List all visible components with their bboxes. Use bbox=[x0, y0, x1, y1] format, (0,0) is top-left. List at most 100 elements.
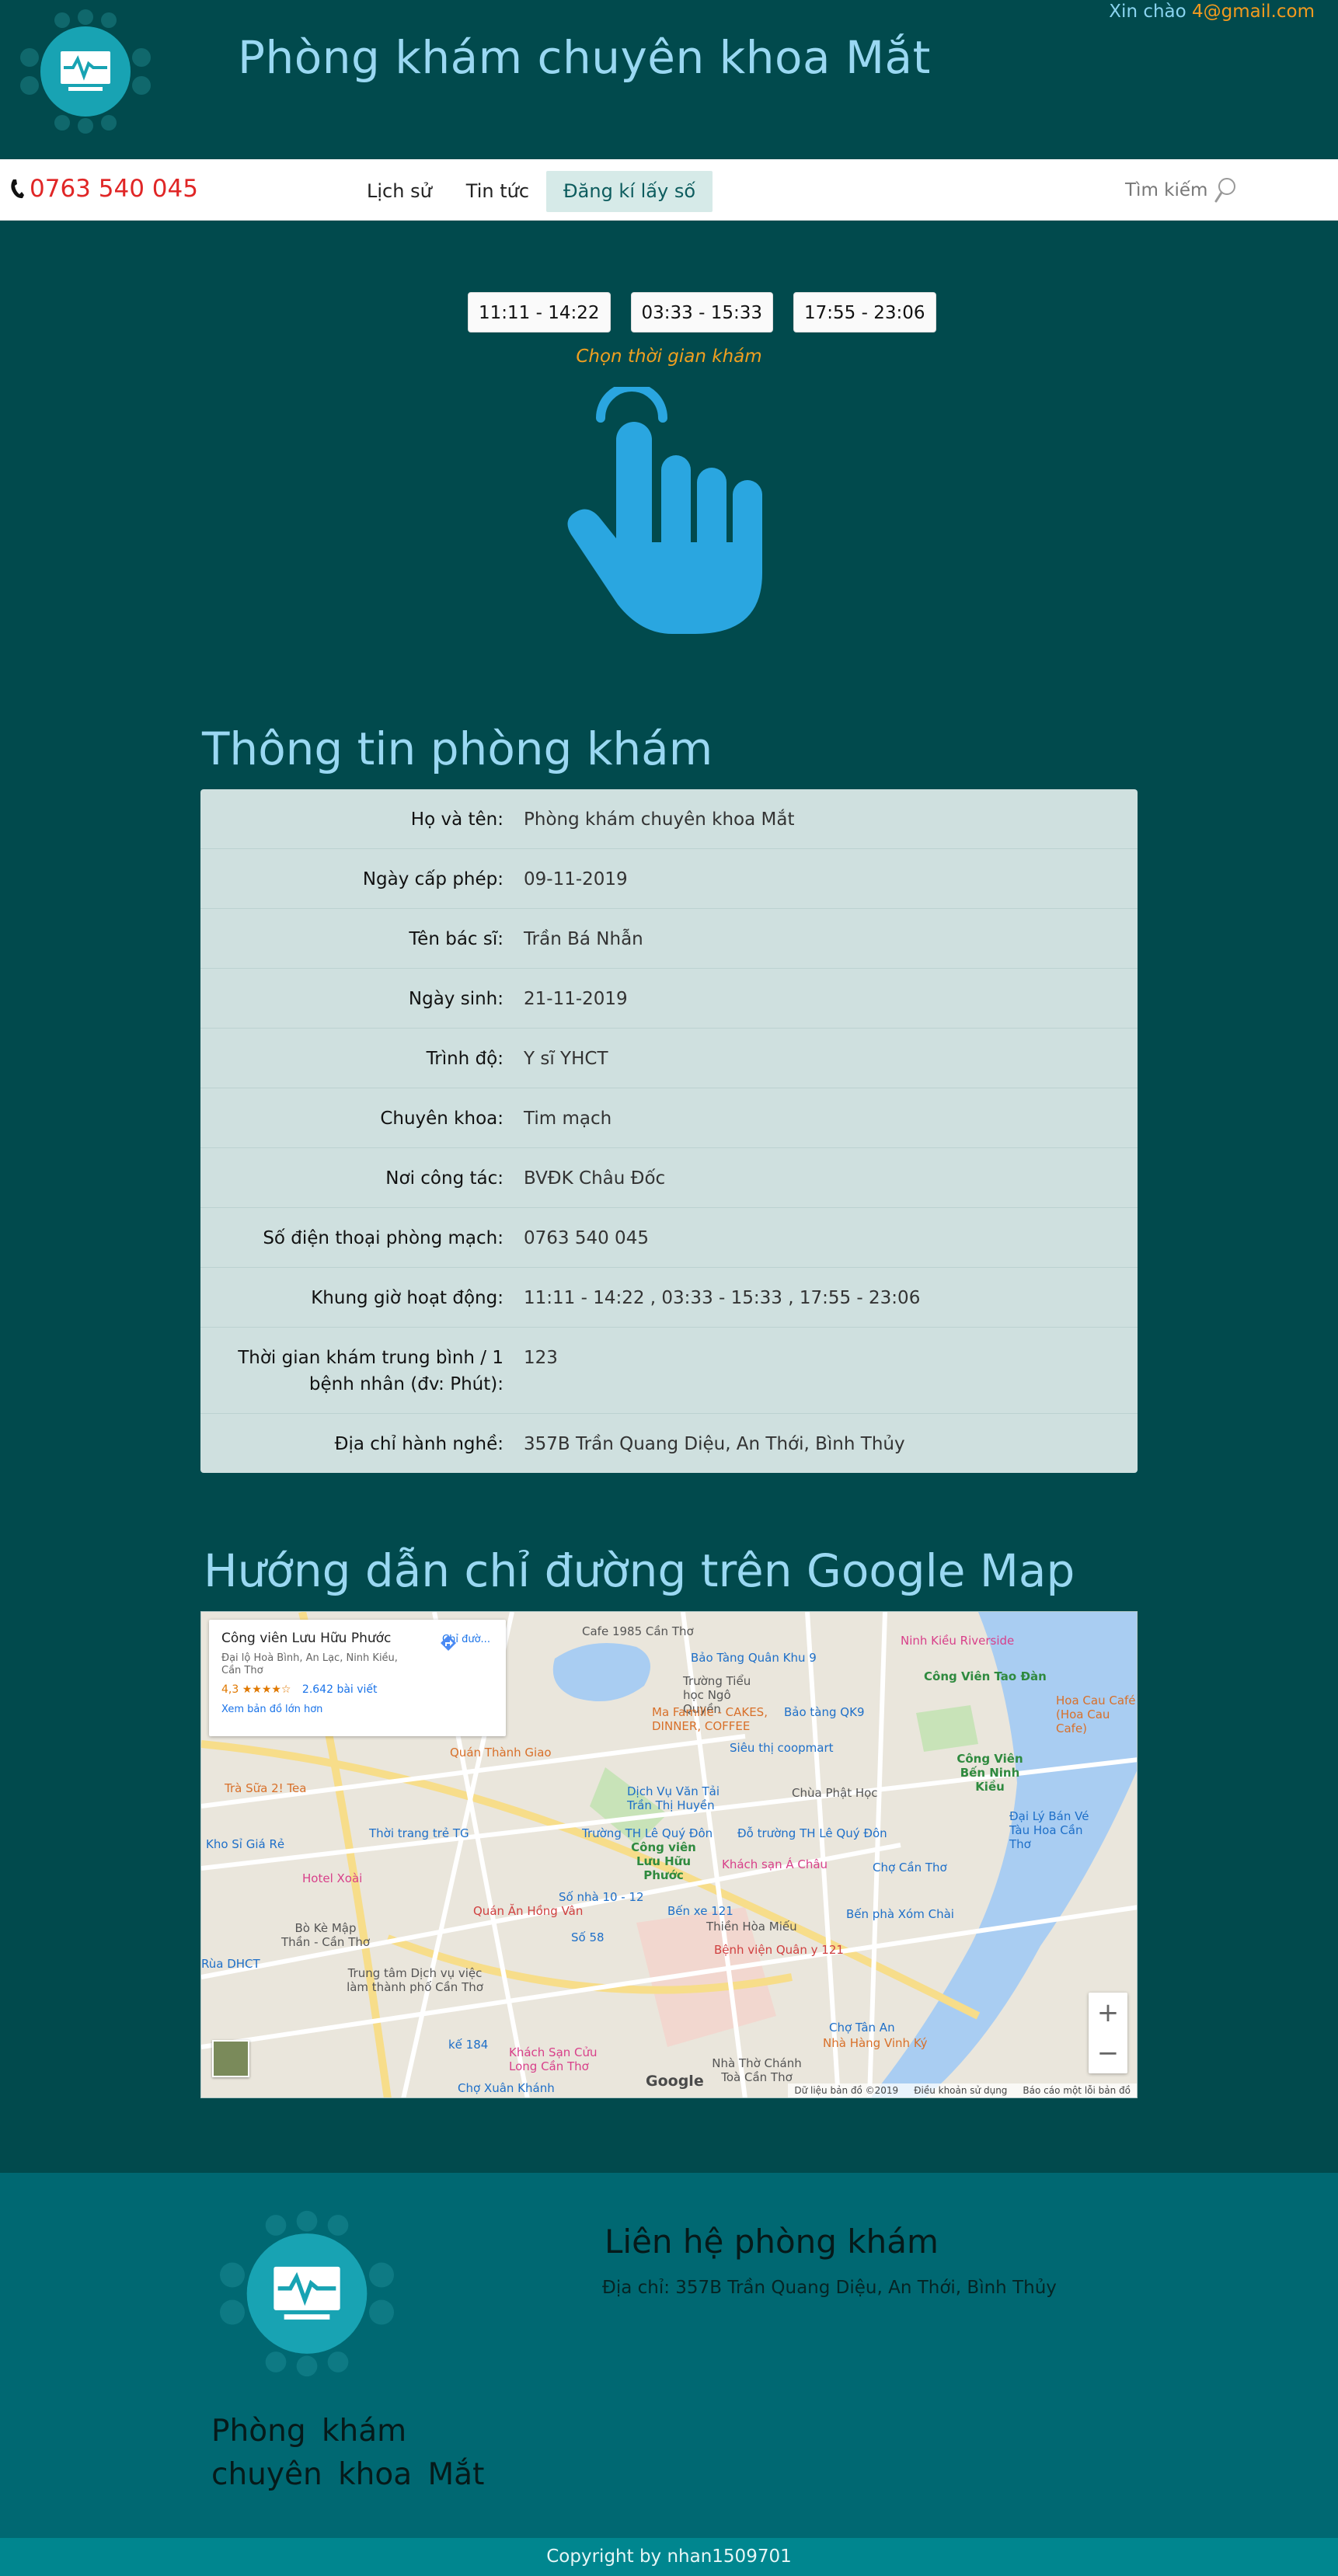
info-value: Tim mạch bbox=[524, 1109, 612, 1129]
map-label[interactable]: Bến xe 121 bbox=[667, 1904, 733, 1918]
directions-icon bbox=[441, 1635, 456, 1651]
info-row: Nơi công tác: BVĐK Châu Đốc bbox=[200, 1148, 1138, 1208]
map-label[interactable]: Thời trang trẻ TG bbox=[369, 1826, 469, 1840]
map-terms-link[interactable]: Điều khoản sử dụng bbox=[914, 2085, 1007, 2096]
info-label: Nơi công tác: bbox=[385, 1168, 503, 1189]
nav-phone[interactable]: 0763 540 045 bbox=[9, 175, 198, 203]
map-label[interactable]: Hotel Xoài bbox=[302, 1871, 362, 1885]
info-label: Số điện thoại phòng mạch: bbox=[263, 1228, 503, 1248]
site-footer: Phòng khám chuyên khoa Mắt Liên hệ phòng… bbox=[0, 2173, 1338, 2538]
nav-item-register[interactable]: Đăng kí lấy số bbox=[546, 171, 713, 212]
map-label[interactable]: Thiền Hòa Miếu bbox=[706, 1920, 797, 1934]
reviews-link[interactable]: 2.642 bài viết bbox=[302, 1683, 378, 1696]
contact-title: Liên hệ phòng khám bbox=[605, 2223, 939, 2261]
info-row: Khung giờ hoạt động: 11:11 - 14:22 , 03:… bbox=[200, 1268, 1138, 1328]
map-label[interactable]: Số 58 bbox=[571, 1930, 605, 1944]
map-label[interactable]: Ma Famille - CAKES, DINNER, COFFEE bbox=[652, 1705, 792, 1733]
info-row: Địa chỉ hành nghề: 357B Trần Quang Diệu,… bbox=[200, 1414, 1138, 1473]
site-title: Phòng khám chuyên khoa Mắt bbox=[238, 31, 931, 84]
place-rating: 4,3 ★★★★☆ 2.642 bài viết bbox=[221, 1683, 493, 1696]
info-value: 357B Trần Quang Diệu, An Thới, Bình Thủy bbox=[524, 1434, 905, 1454]
map-label[interactable]: Chợ Cần Thơ bbox=[873, 1861, 947, 1875]
map-label[interactable]: Bệnh viện Quân y 121 bbox=[714, 1943, 844, 1957]
info-label: Trình độ: bbox=[426, 1049, 503, 1069]
map-report-link[interactable]: Báo cáo một lỗi bản đồ bbox=[1023, 2085, 1131, 2096]
info-value: 09-11-2019 bbox=[524, 869, 628, 889]
map-label[interactable]: Bảo Tàng Quân Khu 9 bbox=[691, 1651, 817, 1665]
map-label[interactable]: Trung tâm Dịch vụ việc làm thành phố Cần… bbox=[341, 1966, 489, 1994]
larger-map-link[interactable]: Xem bản đồ lớn hơn bbox=[221, 1704, 493, 1715]
map-label[interactable]: Dịch Vụ Văn Tải Trần Thị Huyền bbox=[627, 1784, 728, 1812]
map-label[interactable]: Rùa DHCT bbox=[201, 1957, 260, 1971]
map-label[interactable]: Chợ Tân An bbox=[829, 2021, 895, 2035]
info-section-title: Thông tin phòng khám bbox=[202, 722, 713, 775]
nav-item-history[interactable]: Lịch sử bbox=[350, 171, 449, 212]
info-row: Thời gian khám trung bình / 1 bệnh nhân … bbox=[200, 1328, 1138, 1414]
info-row: Số điện thoại phòng mạch: 0763 540 045 bbox=[200, 1208, 1138, 1268]
time-slot-button[interactable]: 03:33 - 15:33 bbox=[630, 292, 773, 332]
map-label[interactable]: Bò Kè Mập Thần - Cần Thơ bbox=[279, 1921, 372, 1949]
time-slot-button[interactable]: 11:11 - 14:22 bbox=[468, 292, 611, 332]
map-section-title: Hướng dẫn chỉ đường trên Google Map bbox=[204, 1544, 1075, 1597]
map-label[interactable]: Đỗ trường TH Lê Quý Đôn bbox=[737, 1826, 887, 1840]
satellite-toggle-button[interactable] bbox=[212, 2040, 249, 2077]
map-place-card[interactable]: Công viên Lưu Hữu Phước Đại lộ Hoà Bình,… bbox=[209, 1620, 506, 1736]
map-label[interactable]: Công Viên Bến Ninh Kiều bbox=[947, 1752, 1033, 1794]
map-label[interactable]: Quán Thành Giao bbox=[450, 1746, 552, 1760]
user-greeting[interactable]: Xin chào 4@gmail.com bbox=[1109, 2, 1315, 22]
time-slot-button[interactable]: 17:55 - 23:06 bbox=[793, 292, 936, 332]
google-logo: Google bbox=[646, 2073, 704, 2090]
zoom-in-button[interactable]: + bbox=[1089, 1993, 1127, 2033]
map-label[interactable]: Nhà Thờ Chánh Toà Cần Thơ bbox=[706, 2056, 807, 2084]
info-value: Y sĩ YHCT bbox=[524, 1049, 608, 1069]
map-label[interactable]: Chùa Phật Học bbox=[792, 1786, 878, 1800]
map-label[interactable]: Công viên Lưu Hữu Phước bbox=[621, 1840, 706, 1882]
clinic-logo-icon[interactable] bbox=[16, 9, 155, 134]
map-label[interactable]: Hoa Cau Café (Hoa Cau Cafe) bbox=[1056, 1694, 1137, 1735]
contact-address: Địa chỉ: 357B Trần Quang Diệu, An Thới, … bbox=[602, 2278, 1057, 2298]
info-label: Thời gian khám trung bình / 1 bệnh nhân … bbox=[238, 1348, 503, 1394]
nav-search[interactable]: Tìm kiếm bbox=[1125, 176, 1237, 204]
greeting-text: Xin chào bbox=[1109, 2, 1186, 22]
phone-number: 0763 540 045 bbox=[30, 175, 198, 203]
map-label[interactable]: Đại Lý Bán Vé Tàu Hoa Cần Thơ bbox=[1009, 1809, 1103, 1851]
info-label: Ngày cấp phép: bbox=[362, 869, 503, 889]
nav-links: Lịch sử Tin tức Đăng kí lấy số bbox=[350, 171, 713, 212]
user-email[interactable]: 4@gmail.com bbox=[1192, 2, 1315, 22]
map-label[interactable]: Ninh Kiều Riverside bbox=[901, 1634, 1014, 1648]
clinic-logo-icon bbox=[220, 2210, 394, 2377]
map-label[interactable]: Chợ Xuân Khánh bbox=[458, 2081, 555, 2095]
info-label: Tên bác sĩ: bbox=[409, 929, 503, 949]
rating-stars: 4,3 ★★★★☆ bbox=[221, 1683, 291, 1696]
clinic-info-table: Họ và tên: Phòng khám chuyên khoa Mắt Ng… bbox=[200, 789, 1138, 1473]
time-slot-list: 11:11 - 14:22 03:33 - 15:33 17:55 - 23:0… bbox=[468, 292, 936, 332]
directions-button[interactable]: Chỉ đườ... bbox=[439, 1634, 493, 1651]
map-label[interactable]: Trường TH Lê Quý Đôn bbox=[582, 1826, 713, 1840]
map-zoom-controls: + − bbox=[1089, 1993, 1127, 2073]
navbar: 0763 540 045 Lịch sử Tin tức Đăng kí lấy… bbox=[0, 159, 1338, 221]
map-label[interactable]: Công Viên Tao Đàn bbox=[924, 1669, 1047, 1683]
nav-item-news[interactable]: Tin tức bbox=[449, 171, 546, 212]
map-label[interactable]: Cafe 1985 Cần Thơ bbox=[582, 1624, 694, 1638]
map-label[interactable]: Khách sạn Á Châu bbox=[722, 1857, 828, 1871]
map-label[interactable]: kế 184 bbox=[448, 2038, 488, 2052]
copyright-bar: Copyright by nhan1509701 bbox=[0, 2538, 1338, 2576]
info-value: 11:11 - 14:22 , 03:33 - 15:33 , 17:55 - … bbox=[524, 1288, 921, 1308]
zoom-out-button[interactable]: − bbox=[1089, 2033, 1127, 2073]
google-map-embed[interactable]: Cafe 1985 Cần Thơ Bảo Tàng Quân Khu 9 Ni… bbox=[200, 1611, 1138, 2098]
map-label[interactable]: Kho Sỉ Giá Rẻ bbox=[206, 1837, 284, 1851]
map-label[interactable]: Khách Sạn Cửu Long Cần Thơ bbox=[509, 2045, 610, 2073]
pointing-hand-icon bbox=[567, 387, 762, 634]
site-header: Phòng khám chuyên khoa Mắt Xin chào 4@gm… bbox=[0, 0, 1338, 159]
info-row: Ngày cấp phép: 09-11-2019 bbox=[200, 849, 1138, 909]
map-label[interactable]: Bảo tàng QK9 bbox=[784, 1705, 864, 1719]
info-label: Địa chỉ hành nghề: bbox=[334, 1434, 503, 1454]
map-label[interactable]: Siêu thị coopmart bbox=[730, 1741, 834, 1755]
search-icon[interactable] bbox=[1214, 176, 1237, 204]
map-label[interactable]: Số nhà 10 - 12 bbox=[559, 1890, 644, 1904]
map-label[interactable]: Quán Ăn Hồng Vân bbox=[473, 1904, 583, 1918]
search-label: Tìm kiếm bbox=[1125, 180, 1208, 200]
map-label[interactable]: Nhà Hàng Vinh Ký bbox=[823, 2036, 927, 2050]
map-label[interactable]: Trà Sữa 2! Tea bbox=[225, 1781, 306, 1795]
map-label[interactable]: Bến phà Xóm Chài bbox=[846, 1907, 954, 1921]
